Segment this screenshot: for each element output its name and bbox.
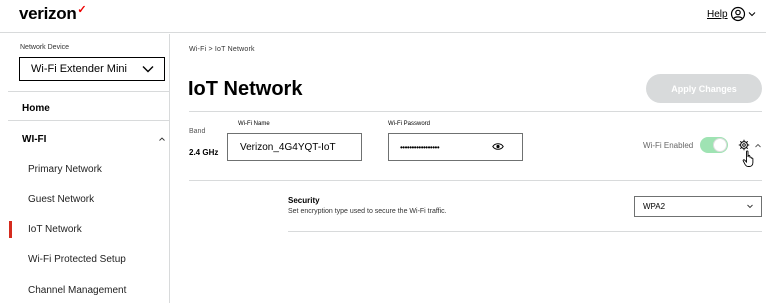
chevron-down-icon [748,12,756,17]
account-menu-button[interactable] [730,5,760,23]
logo-text: verizon [19,4,77,23]
divider [189,111,762,112]
wifi-enabled-toggle[interactable] [700,137,728,153]
chevron-up-icon[interactable] [158,135,166,143]
active-indicator [9,221,12,238]
account-circle-icon [730,6,746,22]
divider [189,180,762,181]
security-value: WPA2 [643,202,666,211]
network-device-select[interactable]: Wi-Fi Extender Mini [19,57,165,81]
divider [288,231,762,232]
wifi-name-input[interactable]: Verizon_4G4YQT-IoT [227,133,362,161]
security-select[interactable]: WPA2 [634,196,762,217]
sidebar-item-wifi[interactable]: WI-FI [22,134,46,145]
apply-changes-button[interactable]: Apply Changes [646,74,762,103]
chevron-down-icon [142,66,154,73]
sidebar-item-wifi-protected-setup[interactable]: Wi-Fi Protected Setup [28,254,126,265]
security-title: Security [288,196,320,205]
toggle-knob [713,138,727,152]
wifi-name-label: Wi-Fi Name [238,121,270,127]
divider [8,91,170,92]
sidebar-item-primary-network[interactable]: Primary Network [28,164,102,175]
top-header: verizon✓ Help [0,0,766,33]
network-device-value: Wi-Fi Extender Mini [31,63,127,75]
network-device-label: Network Device [20,44,70,51]
page-title: IoT Network [188,78,303,100]
sidebar-item-channel-management[interactable]: Channel Management [28,285,126,296]
sidebar: Network Device Wi-Fi Extender Mini Home … [0,34,170,303]
sidebar-item-guest-network[interactable]: Guest Network [28,194,94,205]
wifi-password-label: Wi-Fi Password [388,121,431,127]
chevron-up-icon[interactable] [754,142,762,149]
hand-cursor-icon [742,150,754,167]
band-label: Band [189,128,206,135]
breadcrumb[interactable]: Wi-Fi > IoT Network [189,46,255,53]
wifi-password-value: ••••••••••••••••• [400,142,440,152]
sidebar-item-home[interactable]: Home [22,103,50,114]
security-description: Set encryption type used to secure the W… [288,208,447,215]
sidebar-item-iot-network[interactable]: IoT Network [28,224,82,235]
wifi-enabled-label: Wi-Fi Enabled [643,141,694,150]
verizon-logo[interactable]: verizon✓ [19,4,87,24]
help-link[interactable]: Help [707,9,728,20]
logo-check-icon: ✓ [77,4,87,16]
wifi-name-value: Verizon_4G4YQT-IoT [240,141,336,153]
divider [8,120,170,121]
show-password-eye-icon[interactable] [492,142,504,151]
band-value: 2.4 GHz [189,148,219,157]
chevron-down-icon [747,204,753,209]
